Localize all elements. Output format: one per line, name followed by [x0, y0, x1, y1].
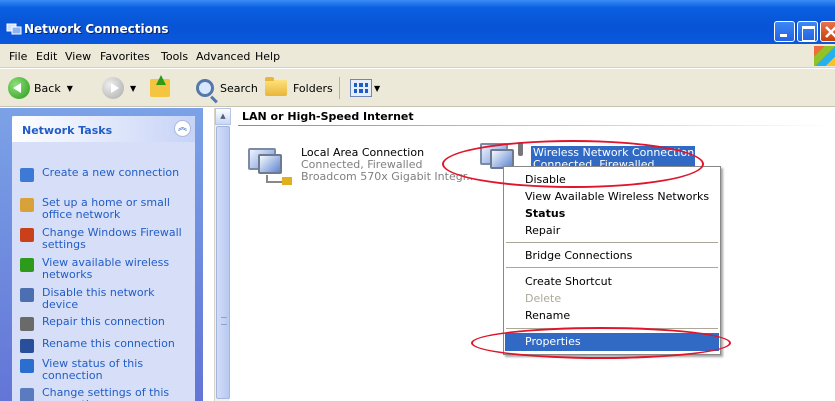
- toolbar: Back ▼ ▼ Search Folders ▼: [0, 69, 835, 107]
- home-network-icon: [20, 198, 34, 212]
- context-menu-item[interactable]: View Available Wireless Networks: [505, 188, 719, 206]
- menu-view[interactable]: View: [65, 50, 91, 63]
- network-tasks-title: Network Tasks: [22, 124, 113, 137]
- search-label: Search: [220, 81, 258, 95]
- folders-label: Folders: [293, 81, 333, 95]
- task-item[interactable]: Create a new connection: [20, 167, 192, 182]
- search-icon: [196, 79, 214, 97]
- minimize-button[interactable]: [774, 21, 795, 42]
- settings-icon: [20, 388, 34, 401]
- scroll-up-arrow-icon[interactable]: ▲: [215, 108, 231, 125]
- up-folder-button[interactable]: [150, 69, 170, 107]
- menu-edit[interactable]: Edit: [36, 50, 57, 63]
- wireless-highlight-ellipse: [442, 140, 704, 188]
- task-item-label: Create a new connection: [42, 166, 180, 179]
- task-item-label: Rename this connection: [42, 337, 175, 350]
- menu-bar: File Edit View Favorites Tools Advanced …: [0, 44, 835, 68]
- menu-favorites[interactable]: Favorites: [100, 50, 150, 63]
- network-connections-icon: [6, 23, 22, 35]
- windows-logo-icon: [814, 46, 835, 66]
- rename-icon: [20, 339, 34, 353]
- task-item[interactable]: Change settings of this connection: [20, 387, 192, 401]
- network-tasks-panel: Network Tasks ︽ Create a new connection S…: [12, 116, 195, 401]
- forward-button[interactable]: ▼: [102, 69, 136, 107]
- lan-connection-icon[interactable]: [246, 145, 294, 185]
- context-menu-item[interactable]: Repair: [505, 222, 719, 240]
- task-item[interactable]: Change Windows Firewall settings: [20, 227, 192, 251]
- task-item-label: Change settings of this connection: [42, 386, 170, 401]
- task-item-label: Set up a home or small office network: [42, 196, 170, 221]
- back-dropdown-icon[interactable]: ▼: [67, 84, 73, 93]
- network-tasks-header[interactable]: Network Tasks ︽: [12, 116, 195, 142]
- folder-up-icon: [150, 75, 170, 97]
- task-item-label: View status of this connection: [42, 357, 144, 382]
- disable-icon: [20, 288, 34, 302]
- scroll-grip: [221, 317, 227, 325]
- context-menu-separator: [506, 267, 718, 268]
- repair-icon: [20, 317, 34, 331]
- context-menu-item[interactable]: Status: [505, 205, 719, 223]
- views-dropdown-icon[interactable]: ▼: [374, 84, 380, 93]
- folders-button[interactable]: Folders: [265, 69, 333, 107]
- task-pane-scrollbar[interactable]: ▲: [214, 108, 231, 401]
- back-label: Back: [34, 81, 61, 95]
- properties-highlight-ellipse: [471, 327, 731, 359]
- context-menu-item[interactable]: Create Shortcut: [505, 273, 719, 291]
- collapse-chevron-icon[interactable]: ︽: [174, 120, 191, 137]
- scroll-thumb[interactable]: [216, 126, 230, 399]
- forward-arrow-icon: [102, 77, 124, 99]
- task-pane: Network Tasks ︽ Create a new connection S…: [0, 108, 203, 401]
- folders-icon: [265, 77, 287, 96]
- context-menu-separator: [506, 242, 718, 243]
- task-item-label: View available wireless networks: [42, 256, 170, 281]
- task-item[interactable]: View status of this connection: [20, 358, 192, 382]
- close-button[interactable]: [820, 21, 835, 42]
- new-connection-icon: [20, 168, 34, 182]
- window-title: Network Connections: [24, 22, 169, 36]
- menu-tools[interactable]: Tools: [161, 50, 188, 63]
- task-item-label: Disable this network device: [42, 286, 155, 311]
- forward-dropdown-icon[interactable]: ▼: [130, 84, 136, 93]
- task-item[interactable]: Disable this network device: [20, 287, 192, 311]
- section-divider: [238, 125, 835, 126]
- views-button[interactable]: ▼: [350, 69, 380, 107]
- menu-advanced[interactable]: Advanced: [196, 50, 250, 63]
- views-icon: [350, 79, 372, 97]
- task-item-label: Repair this connection: [42, 315, 165, 328]
- context-menu-item[interactable]: Bridge Connections: [505, 247, 719, 265]
- section-header: LAN or High-Speed Internet: [242, 110, 414, 123]
- task-item[interactable]: View available wireless networks: [20, 257, 192, 281]
- back-button[interactable]: Back ▼: [8, 69, 73, 107]
- menu-file[interactable]: File: [9, 50, 27, 63]
- task-item[interactable]: Repair this connection: [20, 316, 192, 331]
- title-bar: Network Connections: [0, 0, 835, 44]
- maximize-button[interactable]: [797, 21, 818, 42]
- back-arrow-icon: [8, 77, 30, 99]
- toolbar-separator: [339, 77, 340, 99]
- search-button[interactable]: Search: [196, 69, 258, 107]
- menu-help[interactable]: Help: [255, 50, 280, 63]
- status-icon: [20, 359, 34, 373]
- close-icon: [825, 26, 835, 38]
- task-item[interactable]: Rename this connection: [20, 338, 192, 353]
- task-item[interactable]: Set up a home or small office network: [20, 197, 192, 221]
- wireless-icon: [20, 258, 34, 272]
- task-item-label: Change Windows Firewall settings: [42, 226, 182, 251]
- context-menu-item[interactable]: Rename: [505, 307, 719, 325]
- context-menu-item[interactable]: Delete: [505, 290, 719, 308]
- firewall-icon: [20, 228, 34, 242]
